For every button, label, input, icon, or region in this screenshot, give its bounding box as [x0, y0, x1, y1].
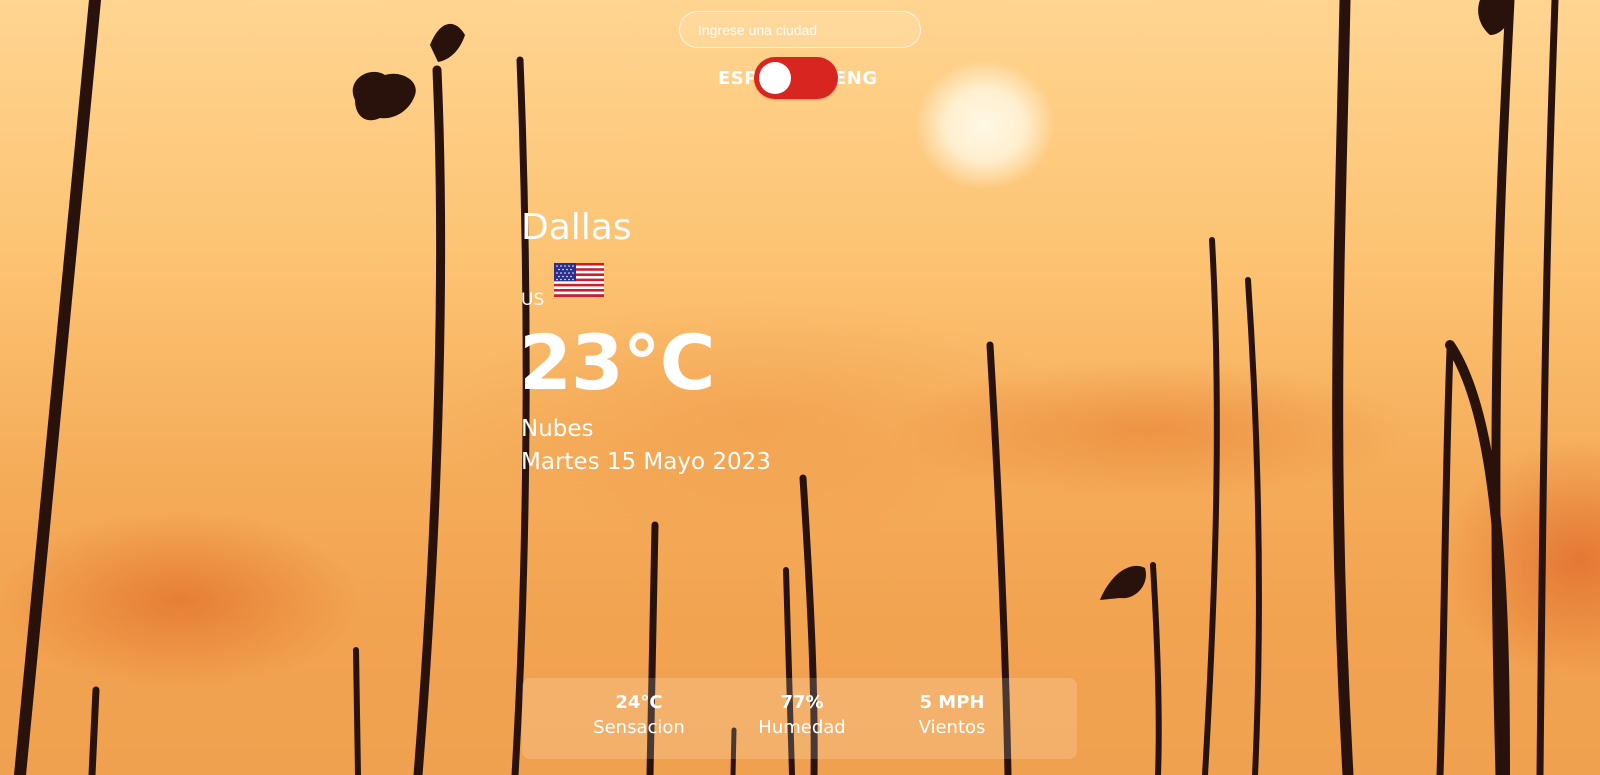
- language-switch: ESP ENG: [718, 57, 878, 99]
- us-flag-icon: [554, 263, 604, 297]
- language-toggle[interactable]: [753, 57, 838, 99]
- city-search-input[interactable]: [679, 11, 921, 48]
- temperature: 23°C: [519, 318, 716, 407]
- stat-wind: 5 MPH Vientos: [887, 692, 1017, 738]
- country-code: US: [521, 290, 545, 310]
- stat-humidity: 77% Humedad: [737, 692, 867, 738]
- stat-value: 5 MPH: [919, 692, 985, 713]
- language-label-eng: ENG: [833, 67, 878, 89]
- stat-label: Vientos: [918, 717, 986, 738]
- weather-stats-panel: 24°C Sensacion 77% Humedad 5 MPH Vientos: [522, 678, 1077, 759]
- weather-description: Nubes: [521, 416, 594, 442]
- current-date: Martes 15 Mayo 2023: [521, 449, 771, 475]
- stat-label: Sensacion: [593, 717, 685, 738]
- toggle-knob[interactable]: [758, 62, 791, 94]
- stat-value: 77%: [780, 692, 824, 713]
- weather-app: ESP ENG Dallas US 23°C Nubes Martes 15 M…: [0, 0, 1600, 775]
- stat-label: Humedad: [758, 717, 846, 738]
- background-image: [14, 0, 1559, 775]
- stat-value: 24°C: [615, 692, 663, 713]
- stat-feels-like: 24°C Sensacion: [574, 692, 704, 738]
- city-name: Dallas: [521, 207, 632, 248]
- language-label-esp: ESP: [718, 67, 758, 89]
